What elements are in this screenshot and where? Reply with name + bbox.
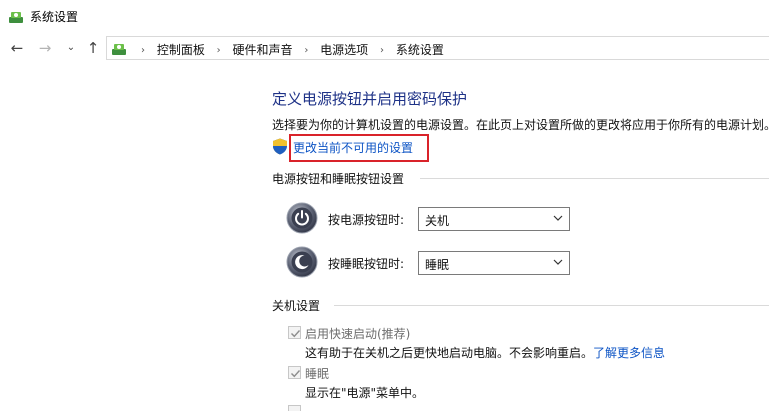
learn-more-link[interactable]: 了解更多信息 — [593, 346, 665, 360]
power-options-icon — [9, 12, 23, 23]
sleep-description: 显示在"电源"菜单中。 — [305, 386, 425, 400]
fast-startup-label: 启用快速启动(推荐) — [305, 327, 411, 341]
breadcrumb-separator[interactable]: › — [304, 45, 308, 56]
sleep-button-action-value: 睡眠 — [425, 258, 450, 272]
change-settings-link[interactable]: 更改当前不可用的设置 — [293, 139, 413, 156]
section-divider — [334, 305, 769, 306]
window-title: 系统设置 — [30, 10, 79, 24]
fast-startup-checkbox[interactable] — [288, 326, 301, 339]
checkmark-icon — [291, 330, 301, 338]
left-pane — [0, 66, 258, 411]
power-button-row: 按电源按钮时: 关机 — [286, 202, 586, 236]
section-divider — [420, 178, 769, 179]
uac-shield-icon — [273, 138, 287, 155]
breadcrumb: › 控制面板 › 硬件和声音 › 电源选项 › 系统设置 — [133, 41, 444, 58]
page-title: 定义电源按钮并启用密码保护 — [272, 90, 468, 108]
sleep-checkbox[interactable] — [288, 366, 301, 379]
chevron-down-icon — [553, 259, 563, 265]
shutdown-settings-heading: 关机设置 — [272, 299, 321, 313]
next-option-checkbox[interactable] — [288, 405, 301, 411]
breadcrumb-system-settings[interactable]: 系统设置 — [396, 43, 444, 57]
page-description: 选择要为你的计算机设置的电源设置。在此页上对设置所做的更改将应用于你所有的电源计… — [272, 118, 769, 132]
sleep-label: 睡眠 — [305, 367, 330, 381]
power-buttons-heading: 电源按钮和睡眠按钮设置 — [272, 172, 405, 186]
fast-startup-description: 这有助于在关机之后更快地启动电脑。不会影响重启。了解更多信息 — [305, 344, 665, 361]
breadcrumb-control-panel[interactable]: 控制面板 — [157, 43, 205, 57]
breadcrumb-power-options[interactable]: 电源选项 — [320, 43, 368, 57]
address-field[interactable]: › 控制面板 › 硬件和声音 › 电源选项 › 系统设置 — [106, 36, 769, 60]
power-button-label: 按电源按钮时: — [328, 213, 405, 227]
sleep-button-icon — [286, 246, 318, 278]
breadcrumb-hardware-and-sound[interactable]: 硬件和声音 — [233, 43, 293, 57]
sleep-button-label: 按睡眠按钮时: — [328, 257, 405, 271]
breadcrumb-separator[interactable]: › — [380, 45, 384, 56]
checkmark-icon — [291, 370, 301, 378]
power-button-action-select[interactable]: 关机 — [418, 207, 570, 231]
sleep-button-row: 按睡眠按钮时: 睡眠 — [286, 246, 586, 280]
control-panel-icon — [112, 44, 126, 55]
address-bar: ← → ⌄ ↑ › 控制面板 › 硬件和声音 › 电源选项 › 系统设置 — [0, 36, 769, 60]
fast-startup-description-text: 这有助于在关机之后更快地启动电脑。不会影响重启。 — [305, 346, 594, 360]
breadcrumb-separator[interactable]: › — [141, 45, 145, 56]
power-button-icon — [286, 202, 318, 234]
recent-locations-button[interactable]: ⌄ — [62, 38, 80, 58]
content-area: 定义电源按钮并启用密码保护 选择要为你的计算机设置的电源设置。在此页上对设置所做… — [0, 66, 769, 411]
chevron-down-icon — [553, 215, 563, 221]
breadcrumb-separator[interactable]: › — [217, 45, 221, 56]
power-button-action-value: 关机 — [425, 214, 450, 228]
back-button[interactable]: ← — [8, 38, 26, 58]
sleep-button-action-select[interactable]: 睡眠 — [418, 251, 570, 275]
title-bar: 系统设置 — [0, 0, 769, 32]
forward-button[interactable]: → — [36, 38, 54, 58]
up-button[interactable]: ↑ — [84, 38, 102, 58]
